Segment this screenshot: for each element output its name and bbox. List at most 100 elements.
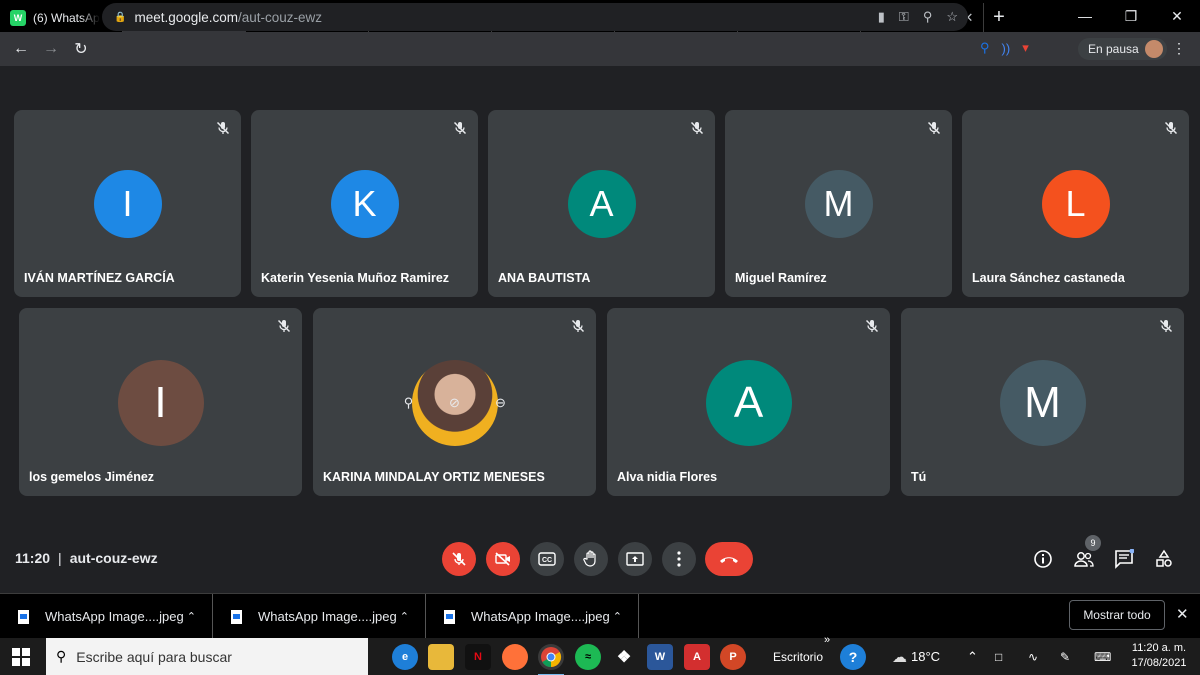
meeting-details-button[interactable]: [1031, 547, 1055, 571]
more-options-button[interactable]: [662, 542, 696, 576]
participant-tile[interactable]: A ANA BAUTISTA: [488, 110, 715, 297]
participant-avatar: A: [705, 360, 792, 446]
file-explorer-icon[interactable]: [428, 644, 454, 670]
minimize-icon[interactable]: —: [1062, 0, 1108, 32]
download-menu-chevron-icon[interactable]: ⌃: [187, 610, 196, 623]
extension-speaker-icon[interactable]: ▾: [1022, 40, 1029, 56]
activities-button[interactable]: [1152, 547, 1176, 571]
powerpoint-icon[interactable]: P: [720, 644, 746, 670]
remove-participant-icon[interactable]: ⊖: [492, 394, 510, 412]
participant-tile[interactable]: ⚲ ⊘ ⊖ KARINA MINDALAY ORTIZ MENESES: [313, 308, 596, 496]
windows-taskbar: ⚲ Escribe aquí para buscar e N ≈ ❖ W A P…: [0, 634, 1200, 675]
download-filename: WhatsApp Image....jpeg: [45, 609, 184, 624]
image-file-icon: [18, 609, 29, 624]
download-item[interactable]: WhatsApp Image....jpeg ⌃: [213, 594, 426, 639]
keyboard-icon[interactable]: ⌨: [1094, 638, 1111, 675]
desktop-toolbar[interactable]: Escritorio: [773, 638, 823, 675]
chat-button[interactable]: [1112, 547, 1136, 571]
image-file-icon: [444, 609, 455, 624]
leave-call-button[interactable]: [705, 542, 753, 576]
profile-button[interactable]: En pausa: [1078, 38, 1167, 60]
muted-mic-icon: [865, 319, 879, 333]
download-filename: WhatsApp Image....jpeg: [258, 609, 397, 624]
reload-icon[interactable]: ↻: [66, 39, 96, 59]
participant-name: los gemelos Jiménez: [29, 470, 155, 484]
download-item[interactable]: WhatsApp Image....jpeg ⌃: [426, 594, 639, 639]
address-bar-icons: ▮ ⚿ ⚲ ☆: [878, 9, 958, 25]
spotify-icon[interactable]: ≈: [575, 644, 601, 670]
muted-mic-icon: [453, 121, 467, 135]
restore-icon[interactable]: ❐: [1108, 0, 1154, 32]
profile-status: En pausa: [1088, 42, 1139, 56]
participant-tile[interactable]: K Katerin Yesenia Muñoz Ramirez: [251, 110, 478, 297]
more-vert-icon: [677, 551, 681, 567]
captions-button[interactable]: CC: [530, 542, 564, 576]
tray-overflow-icon[interactable]: ⌃: [967, 638, 978, 675]
close-download-shelf-icon[interactable]: ✕: [1176, 605, 1189, 623]
weather-widget[interactable]: ☁ 18°C: [892, 638, 940, 675]
participant-name: Alva nidia Flores: [617, 470, 718, 484]
activities-shapes-icon: [1156, 549, 1172, 567]
hang-up-icon: [720, 557, 738, 563]
camera-icon[interactable]: ▮: [878, 9, 885, 25]
pin-icon[interactable]: ⚲: [400, 394, 418, 412]
edge-icon[interactable]: e: [392, 644, 418, 670]
bookmark-star-icon[interactable]: ☆: [946, 9, 958, 25]
taskbar-search-box[interactable]: ⚲ Escribe aquí para buscar: [46, 638, 368, 675]
netflix-icon[interactable]: N: [465, 644, 491, 670]
muted-mic-icon: [277, 319, 291, 333]
participant-name: IVÁN MARTÍNEZ GARCÍA: [24, 271, 175, 285]
camera-toggle-button[interactable]: [486, 542, 520, 576]
new-tab-button[interactable]: +: [984, 3, 1014, 32]
help-icon[interactable]: ?: [840, 644, 866, 670]
download-filename: WhatsApp Image....jpeg: [471, 609, 610, 624]
firefox-icon[interactable]: [502, 644, 528, 670]
download-menu-chevron-icon[interactable]: ⌃: [613, 610, 622, 623]
forward-icon[interactable]: →: [36, 40, 66, 58]
extension-audio-icon[interactable]: )): [1002, 41, 1011, 56]
raise-hand-button[interactable]: [574, 542, 608, 576]
back-icon[interactable]: ←: [6, 40, 36, 58]
participant-tile[interactable]: I IVÁN MARTÍNEZ GARCÍA: [14, 110, 241, 297]
zoom-icon[interactable]: ⚲: [923, 9, 933, 25]
word-icon[interactable]: W: [647, 644, 673, 670]
battery-icon[interactable]: □: [995, 638, 1002, 675]
address-bar[interactable]: 🔒 meet.google.com/aut-couz-ewz ▮ ⚿ ⚲ ☆: [102, 3, 968, 31]
participant-avatar: K: [330, 170, 399, 238]
download-item[interactable]: WhatsApp Image....jpeg ⌃: [0, 594, 213, 639]
participant-tile[interactable]: M Miguel Ramírez: [725, 110, 952, 297]
pen-icon[interactable]: ✎: [1060, 638, 1070, 675]
tile-hover-controls: ⚲ ⊘ ⊖: [400, 394, 510, 412]
toolbar-chevron-icon[interactable]: »: [824, 634, 830, 646]
download-menu-chevron-icon[interactable]: ⌃: [400, 610, 409, 623]
windows-start-icon[interactable]: [12, 648, 30, 666]
show-all-downloads-button[interactable]: Mostrar todo: [1069, 600, 1165, 630]
hand-icon: [583, 550, 596, 567]
chrome-icon[interactable]: [538, 644, 564, 675]
participant-avatar: M: [999, 360, 1086, 446]
camera-off-icon: [495, 552, 510, 566]
participant-tile[interactable]: A Alva nidia Flores: [607, 308, 890, 496]
participant-name: KARINA MINDALAY ORTIZ MENESES: [323, 470, 545, 484]
mic-toggle-button[interactable]: [442, 542, 476, 576]
dropbox-icon[interactable]: ❖: [611, 644, 637, 670]
acrobat-icon[interactable]: A: [684, 644, 710, 670]
mute-participant-icon[interactable]: ⊘: [446, 394, 464, 412]
present-button[interactable]: [618, 542, 652, 576]
extension-search-icon[interactable]: ⚲: [980, 40, 990, 56]
key-icon[interactable]: ⚿: [899, 9, 909, 25]
taskbar-clock[interactable]: 11:20 a. m. 17/08/2021: [1128, 641, 1190, 671]
participant-tile[interactable]: L Laura Sánchez castaneda: [962, 110, 1189, 297]
participant-name: Katerin Yesenia Muñoz Ramirez: [261, 271, 450, 285]
close-window-icon[interactable]: ✕: [1154, 0, 1200, 32]
browser-menu-icon[interactable]: ⋮: [1172, 40, 1186, 57]
captions-icon: CC: [538, 552, 556, 566]
participant-tile[interactable]: Ilos gemelos Jiménez: [19, 308, 302, 496]
participant-tile[interactable]: M Tú: [901, 308, 1184, 496]
wifi-icon[interactable]: ∿: [1028, 638, 1038, 675]
weather-temperature: 18°C: [911, 649, 941, 664]
info-icon: [1034, 550, 1052, 568]
meeting-info: 11:20 | aut-couz-ewz: [15, 550, 158, 566]
meeting-code: aut-couz-ewz: [69, 550, 158, 566]
mic-off-icon: [452, 552, 466, 566]
